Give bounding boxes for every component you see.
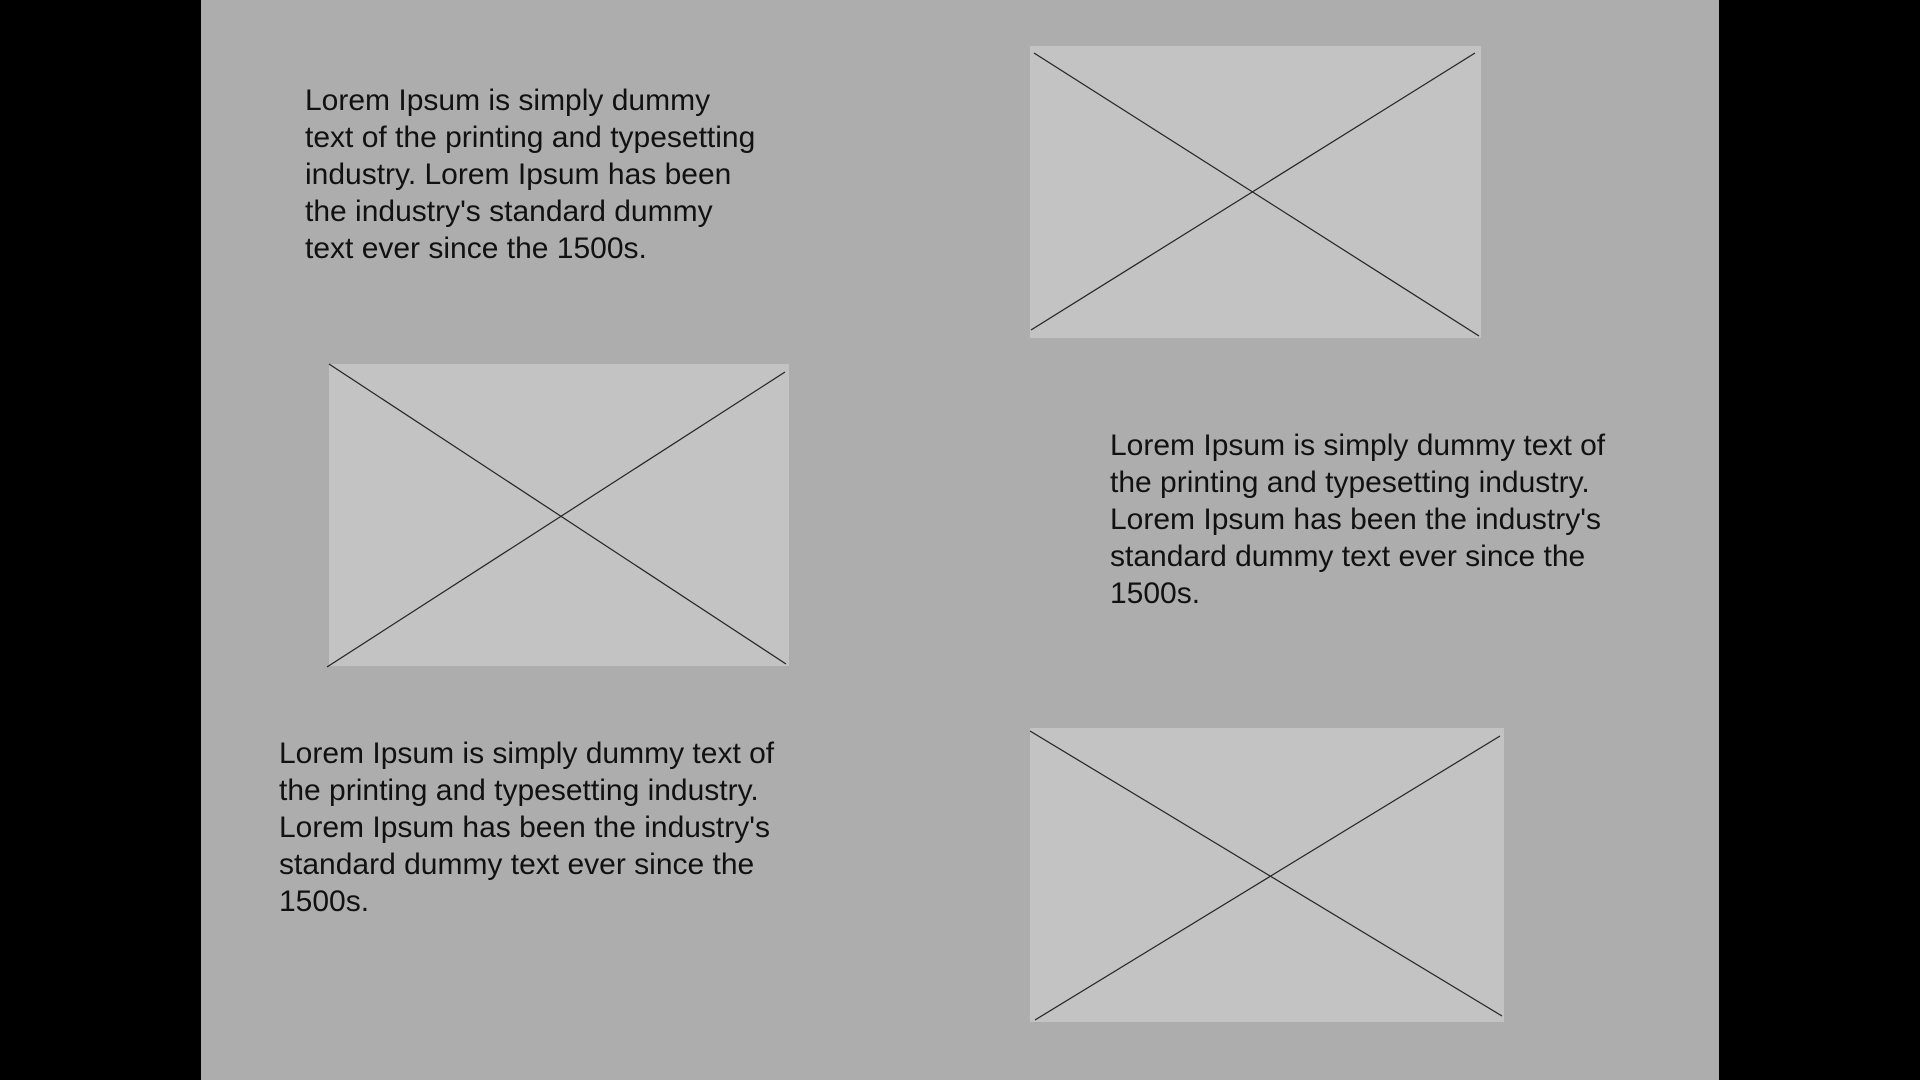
image-placeholder-icon [1030, 52, 1480, 337]
image-placeholder-middle-left [326, 363, 789, 668]
wireframe-canvas: Lorem Ipsum is simply dummy text of the … [201, 0, 1719, 1080]
image-placeholder-bottom-right [1029, 728, 1504, 1022]
image-placeholder-top-right [1030, 46, 1481, 338]
image-placeholder-icon [326, 363, 787, 668]
image-placeholder-icon [1029, 730, 1503, 1021]
text-block-middle-right: Lorem Ipsum is simply dummy text of the … [1110, 429, 1606, 610]
wireframe-stage: Lorem Ipsum is simply dummy text of the … [0, 0, 1920, 1080]
text-block-top-left: Lorem Ipsum is simply dummy text of the … [305, 84, 756, 265]
text-block-bottom-left: Lorem Ipsum is simply dummy text of the … [279, 737, 775, 918]
